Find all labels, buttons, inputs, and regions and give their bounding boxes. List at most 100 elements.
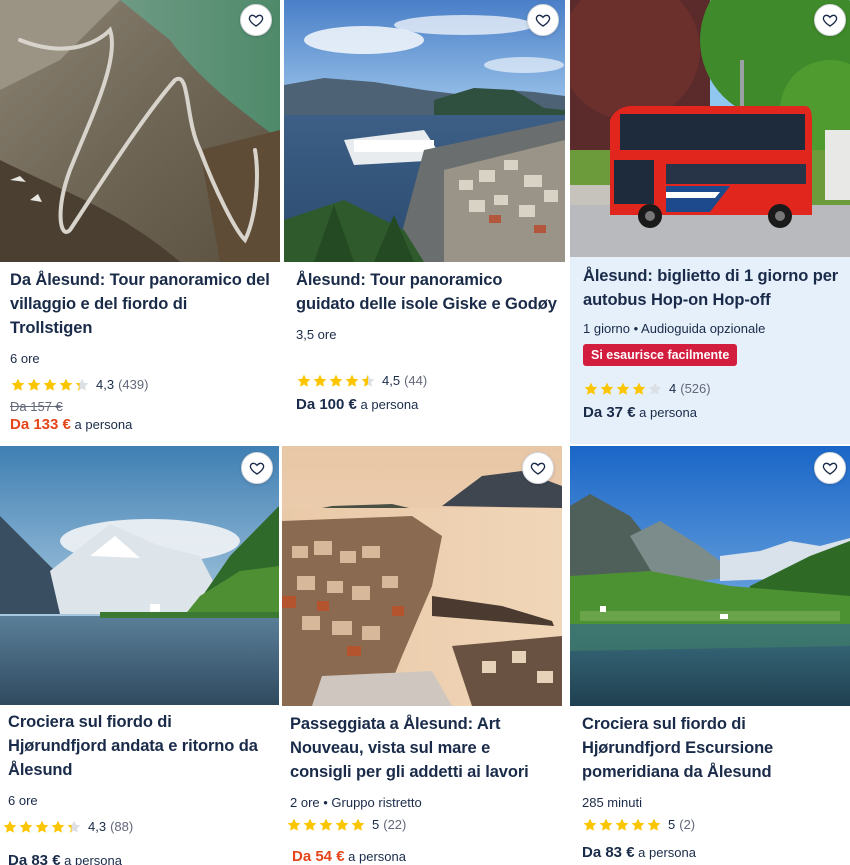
wishlist-button[interactable]	[814, 452, 846, 484]
rating-count: (44)	[404, 373, 428, 388]
activity-duration: 6 ore	[10, 351, 40, 366]
activity-title[interactable]: Da Ålesund: Tour panoramico del villaggi…	[10, 268, 272, 340]
wishlist-button[interactable]	[527, 4, 559, 36]
rating-value: 5	[668, 817, 676, 832]
star-icon	[67, 820, 81, 833]
star-icon	[648, 382, 662, 395]
activity-duration: 6 ore	[8, 793, 38, 808]
heart-outline-icon	[248, 14, 264, 27]
activity-image[interactable]	[0, 0, 280, 262]
rating-count: (2)	[679, 817, 696, 832]
activity-image[interactable]	[570, 446, 850, 706]
activity-title[interactable]: Ålesund: Tour panoramico guidato delle i…	[296, 268, 557, 316]
heart-outline-icon	[535, 14, 551, 27]
activity-duration: 1 giorno • Audioguida opzionale	[583, 321, 766, 336]
star-icon	[599, 818, 613, 831]
fjord-image	[0, 446, 279, 705]
activity-title[interactable]: Ålesund: biglietto di 1 giorno per autob…	[583, 264, 842, 312]
star-icon	[647, 818, 661, 831]
star-icon	[43, 378, 57, 391]
activity-title[interactable]: Crociera sul fiordo di Hjørundfjord anda…	[8, 710, 271, 782]
star-rating	[296, 373, 376, 389]
activity-card[interactable]: Da Ålesund: Tour panoramico del villaggi…	[0, 0, 280, 444]
star-icon	[313, 374, 327, 387]
star-icon	[35, 820, 49, 833]
activity-title[interactable]: Passeggiata a Ålesund: Art Nouveau, vist…	[290, 712, 554, 784]
activity-duration: 285 minuti	[582, 795, 642, 810]
price: Da 83 €	[8, 852, 61, 865]
star-icon	[51, 820, 65, 833]
price-suffix: a persona	[74, 417, 133, 432]
star-icon	[11, 378, 25, 391]
star-icon	[297, 374, 311, 387]
star-icon	[19, 820, 33, 833]
rating-row: 4 (526)	[583, 380, 842, 398]
activity-card[interactable]: Ålesund: biglietto di 1 giorno per autob…	[570, 0, 850, 444]
wishlist-button[interactable]	[522, 452, 554, 484]
wishlist-button[interactable]	[241, 452, 273, 484]
price-line: Da 83 € a persona	[8, 852, 271, 865]
star-rating	[286, 817, 366, 833]
star-rating	[582, 817, 662, 833]
price: Da 133 €	[10, 416, 71, 433]
star-icon	[3, 820, 17, 833]
rating-row: 4,3 (439)	[10, 376, 272, 394]
activity-image[interactable]	[282, 446, 562, 706]
rating-value: 4,3	[88, 819, 107, 834]
selling-out-badge: Si esaurisce facilmente	[583, 344, 738, 366]
rating-row: 5 (22)	[286, 816, 554, 834]
rating-value: 5	[372, 817, 380, 832]
price-line: Da 37 € a persona	[583, 404, 842, 421]
activity-card[interactable]: Crociera sul fiordo di Hjørundfjord anda…	[0, 446, 279, 865]
rating-value: 4	[669, 381, 677, 396]
rating-count: (88)	[110, 819, 134, 834]
rating-row: 4,5 (44)	[296, 372, 557, 390]
price-line: Da 54 € a persona	[292, 848, 554, 865]
star-icon	[287, 818, 301, 831]
wishlist-button[interactable]	[240, 4, 272, 36]
price: Da 83 €	[582, 844, 635, 861]
activity-image[interactable]	[570, 0, 850, 257]
star-icon	[631, 818, 645, 831]
price-line: Da 83 € a persona	[582, 844, 842, 861]
star-icon	[59, 378, 73, 391]
price-suffix: a persona	[638, 845, 696, 860]
old-town-image	[282, 446, 562, 706]
heart-outline-icon	[822, 14, 838, 27]
price-suffix: a persona	[360, 397, 419, 412]
star-rating	[2, 819, 82, 835]
activity-image[interactable]	[284, 0, 565, 262]
activity-card[interactable]: Passeggiata a Ålesund: Art Nouveau, vist…	[282, 446, 562, 865]
price: Da 100 €	[296, 396, 357, 413]
star-icon	[345, 374, 359, 387]
original-price: Da 157 €	[10, 399, 63, 414]
star-icon	[616, 382, 630, 395]
rating-value: 4,3	[96, 377, 115, 392]
heart-outline-icon	[530, 462, 546, 475]
star-icon	[632, 382, 646, 395]
bus-image	[570, 0, 850, 257]
fjord-valley-image	[570, 446, 850, 706]
price: Da 54 €	[292, 848, 345, 865]
activity-card[interactable]: Ålesund: Tour panoramico guidato delle i…	[284, 0, 565, 444]
star-icon	[303, 818, 317, 831]
activity-card[interactable]: Crociera sul fiordo di Hjørundfjord Escu…	[570, 446, 850, 865]
star-rating	[10, 377, 90, 393]
price-suffix: a persona	[639, 405, 697, 420]
harbour-image	[284, 0, 565, 262]
price-suffix: a persona	[64, 853, 122, 865]
activity-title[interactable]: Crociera sul fiordo di Hjørundfjord Escu…	[582, 712, 842, 784]
star-icon	[27, 378, 41, 391]
rating-count: (526)	[680, 381, 711, 396]
star-icon	[584, 382, 598, 395]
activity-duration: 2 ore • Gruppo ristretto	[290, 795, 422, 810]
activity-image[interactable]	[0, 446, 279, 705]
activity-duration: 3,5 ore	[296, 327, 337, 342]
star-icon	[329, 374, 343, 387]
wishlist-button[interactable]	[814, 4, 846, 36]
price-suffix: a persona	[348, 849, 406, 864]
star-icon	[75, 378, 89, 391]
rating-row: 4,3 (88)	[2, 818, 271, 836]
heart-outline-icon	[822, 462, 838, 475]
mountain-road-image	[0, 0, 280, 262]
